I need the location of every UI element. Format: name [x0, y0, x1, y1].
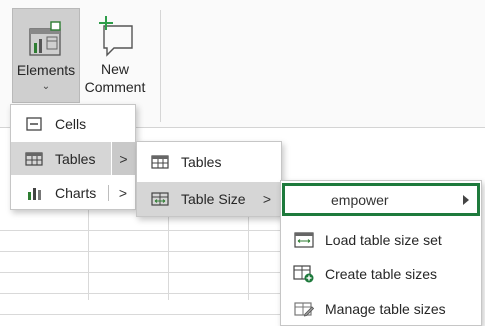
chevron-right-icon[interactable]: > — [111, 142, 135, 175]
tables-submenu: Tables Table Size > — [136, 141, 282, 217]
menu-item-tables-insert[interactable]: Tables — [137, 145, 281, 178]
table-icon — [149, 154, 171, 169]
menu-item-label: Tables — [181, 153, 222, 170]
ribbon-separator — [160, 10, 161, 122]
menu-item-create-table-sizes[interactable]: Create table sizes — [281, 257, 481, 290]
table-icon — [23, 151, 45, 166]
empower-submenu-item[interactable]: empower — [282, 183, 480, 216]
menu-item-label: Tables — [55, 150, 96, 167]
menu-item-label: Load table size set — [325, 231, 442, 248]
new-comment-label: New Comment — [85, 60, 146, 96]
grid-column-line — [248, 210, 249, 300]
table-size-icon — [149, 192, 171, 206]
chevron-right-icon[interactable]: > — [255, 182, 279, 216]
new-comment-icon — [94, 8, 136, 58]
triangle-right-icon — [463, 194, 469, 205]
elements-button[interactable]: Elements ⌄ — [12, 8, 80, 103]
load-table-size-icon — [293, 231, 315, 248]
menu-item-cells[interactable]: Cells — [11, 109, 135, 139]
chevron-right-icon[interactable]: > — [111, 178, 135, 208]
grid-column-line — [88, 210, 89, 300]
menu-item-load-table-size-set[interactable]: Load table size set — [281, 223, 481, 256]
worksheet-grid[interactable] — [0, 210, 290, 326]
menu-item-label: Create table sizes — [325, 265, 438, 282]
menu-item-label: Charts — [55, 185, 97, 201]
menu-item-label: Table Size — [181, 191, 246, 207]
menu-item-manage-table-sizes[interactable]: Manage table sizes — [281, 292, 481, 325]
bar-chart-icon — [23, 186, 45, 200]
empower-label: empower — [331, 191, 389, 208]
menu-item-charts[interactable]: Charts > — [11, 178, 135, 208]
elements-menu: Cells Tables > Charts > — [10, 104, 136, 210]
manage-table-size-icon — [293, 301, 315, 317]
menu-item-label: Cells — [55, 116, 87, 132]
elements-label: Elements — [16, 62, 76, 78]
elements-icon — [26, 9, 66, 59]
new-comment-label-line1: New — [100, 61, 129, 77]
grid-column-line — [168, 210, 169, 300]
cells-icon — [23, 117, 45, 131]
new-comment-label-line2: Comment — [84, 79, 146, 95]
table-size-submenu: empower Load table size set Create table… — [280, 180, 482, 326]
split-divider — [108, 185, 109, 201]
create-table-size-icon — [293, 264, 315, 283]
chevron-down-icon: ⌄ — [41, 81, 51, 92]
new-comment-button[interactable]: New Comment — [80, 8, 150, 103]
menu-item-label: Manage table sizes — [325, 300, 446, 317]
menu-item-tables[interactable]: Tables > — [11, 142, 135, 175]
menu-item-table-size[interactable]: Table Size > — [137, 182, 281, 216]
